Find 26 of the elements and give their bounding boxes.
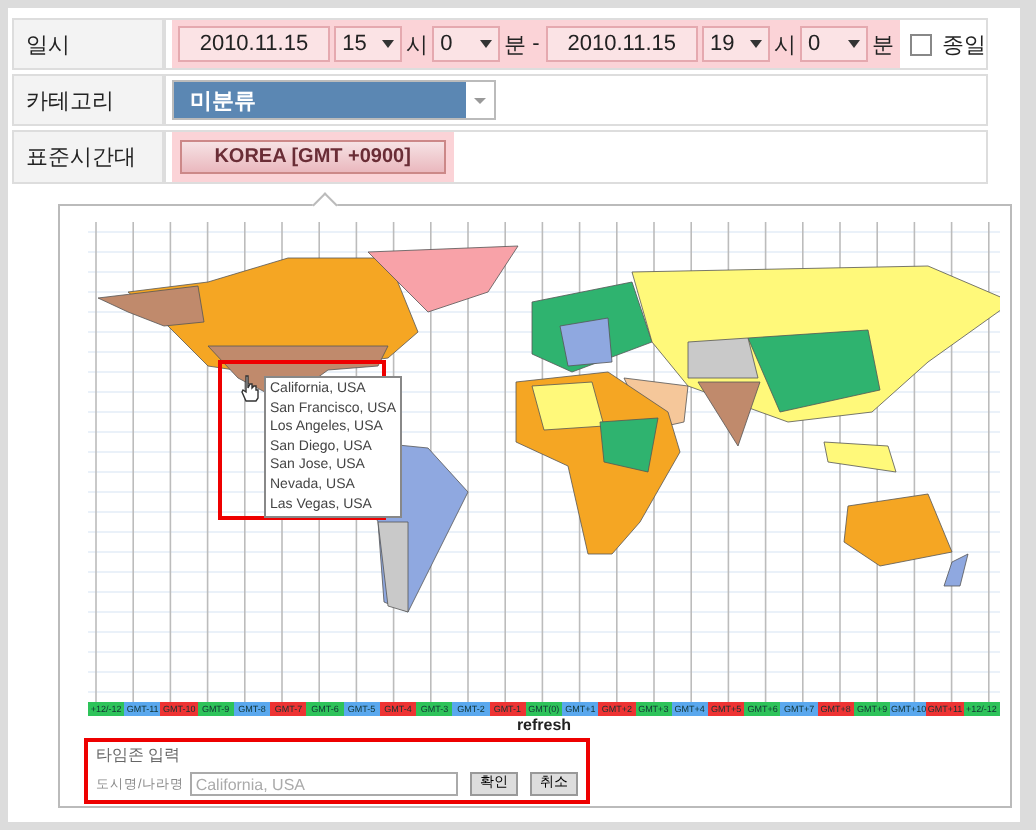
timezone-button[interactable]: KOREA [GMT +0900] <box>179 140 446 174</box>
minute-select[interactable]: 0 <box>432 26 501 62</box>
range-separator: - <box>530 32 542 56</box>
row-label: 표준시간대 <box>12 130 164 184</box>
all-day-label: 종일 <box>942 33 986 57</box>
minute-unit: 분 <box>504 31 527 59</box>
caret-icon <box>750 40 762 48</box>
all-day-checkbox[interactable] <box>910 33 932 55</box>
section-title: 타임존 입력 <box>96 746 183 766</box>
city-input-field[interactable]: California, USA <box>189 772 458 796</box>
refresh-link[interactable]: refresh <box>516 716 572 734</box>
date-field[interactable]: 2010.11.15 <box>545 26 698 62</box>
caret-icon <box>848 40 860 48</box>
caret-icon <box>480 40 493 48</box>
row-label: 일시 <box>12 18 164 70</box>
category-select[interactable]: 미분류 <box>171 80 496 120</box>
hour-select[interactable]: 15 <box>334 26 403 62</box>
caret-icon <box>382 40 395 48</box>
hour-unit: 시 <box>774 31 796 59</box>
row-label: 카테고리 <box>12 74 164 126</box>
hand-cursor-icon <box>240 374 260 402</box>
minute-unit: 분 <box>872 31 894 59</box>
minute-select[interactable]: 0 <box>800 26 868 62</box>
hour-select[interactable]: 19 <box>702 26 770 62</box>
hour-unit: 시 <box>406 31 429 59</box>
date-field[interactable]: 2010.11.15 <box>177 26 331 62</box>
